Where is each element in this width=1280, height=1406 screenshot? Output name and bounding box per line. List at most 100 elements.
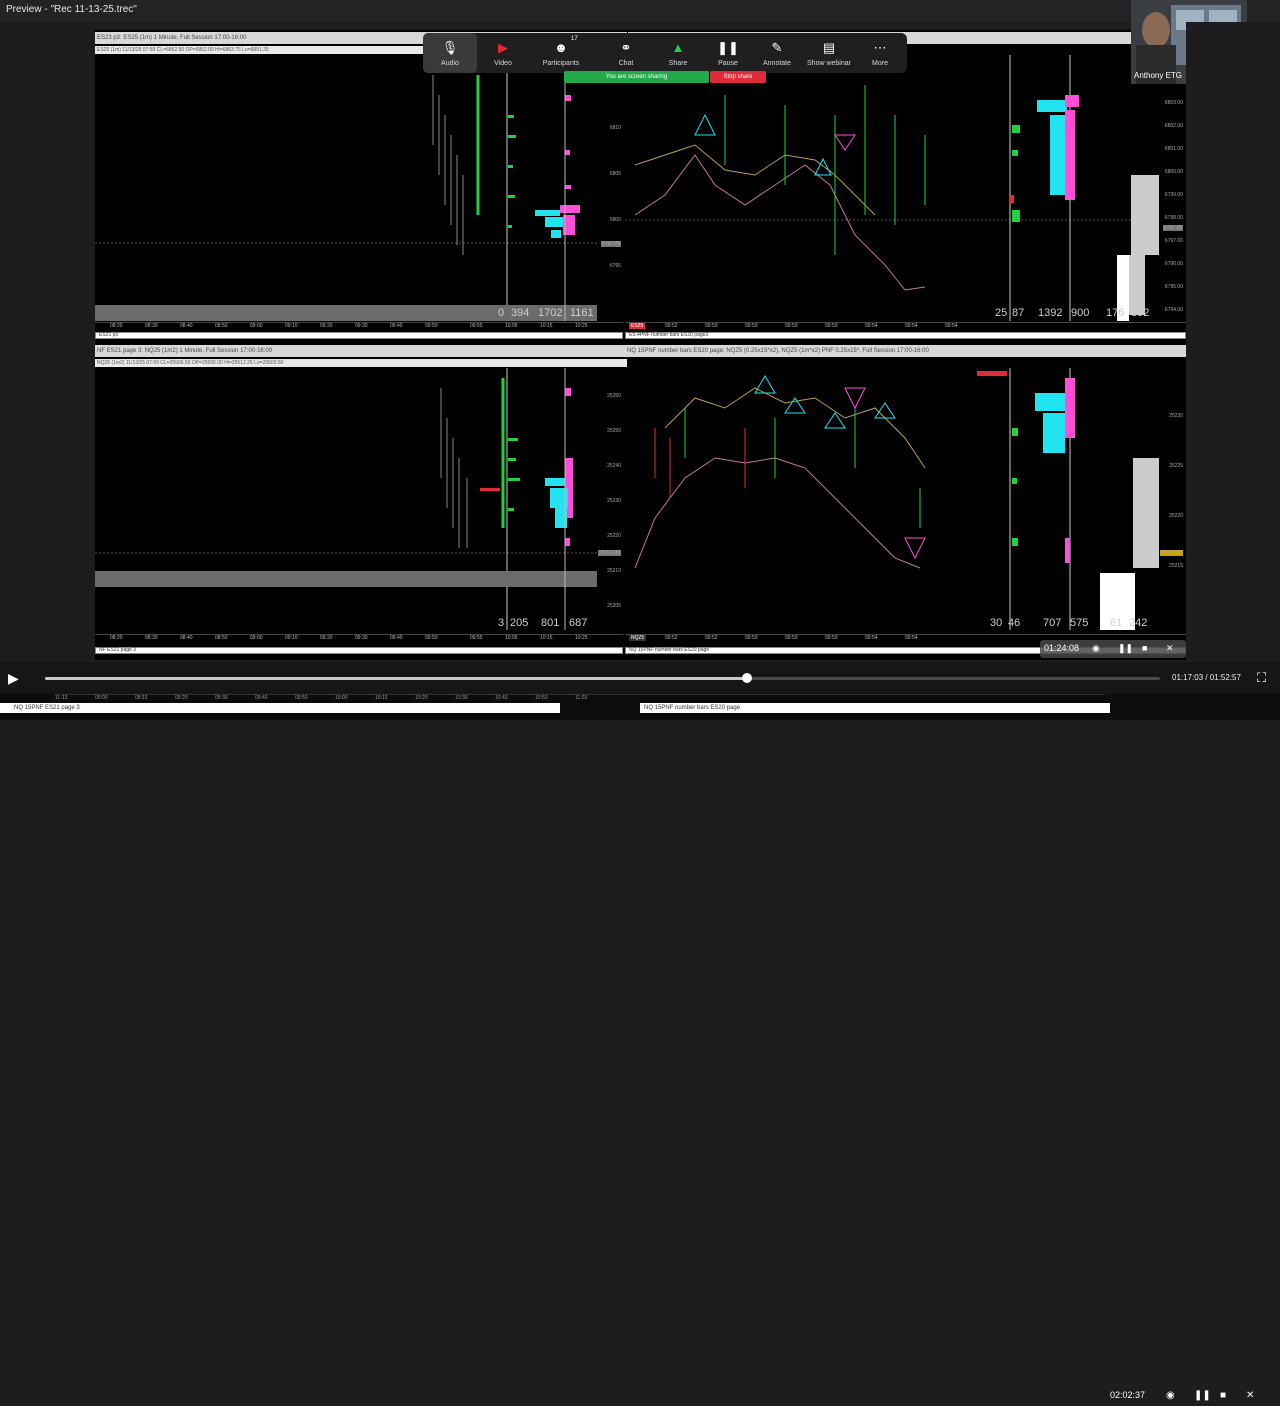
close-icon[interactable]: ✕ [1246, 1390, 1254, 1401]
pause-icon[interactable]: ❚❚ [1118, 643, 1133, 654]
volume-number: 25 [995, 307, 1008, 319]
volume-number: 87 [1012, 307, 1025, 319]
time-axis: ES25 09:52 09:53 09:53 09:53 09:53 09:54… [625, 322, 1186, 331]
time-label: 10:43 [495, 695, 508, 701]
stop-share-button[interactable]: Stop share [710, 71, 766, 83]
symbol-badge[interactable]: NQZ5 [629, 635, 647, 641]
camera-icon[interactable]: ◉ [1166, 1390, 1175, 1401]
more-label: More [872, 60, 888, 67]
volume-number: 900 [1071, 307, 1090, 319]
chart-graphics [634, 368, 1159, 630]
symbol-badge[interactable]: ES25 [629, 323, 646, 329]
window-title: Preview - "Rec 11-13-25.trec" [6, 4, 137, 15]
seek-track[interactable] [45, 677, 1160, 680]
chart-tab-scrollbar[interactable]: NF ES21 page 3 [95, 647, 623, 654]
play-button[interactable]: ▶ [8, 670, 19, 687]
volume-number: 1392 [1038, 307, 1063, 319]
seek-thumb[interactable] [742, 673, 753, 683]
time-label: 08:50 [215, 323, 228, 329]
chart-graphics [95, 368, 597, 630]
participants-label: Participants [542, 60, 580, 67]
zoom-meeting-toolbar: 🎙 Audio ▶ Video ☻ 17 Participants ⚭ Chat… [423, 33, 907, 73]
video-button[interactable]: ▶ Video [477, 33, 529, 73]
seek-progress [45, 677, 748, 680]
chart-pane-top-left: 0 394 1702 1161 [95, 55, 597, 321]
time-label: 09:50 [295, 695, 308, 701]
last-price-tag: 25212.00 [598, 550, 621, 556]
volume-number: 0 [498, 307, 505, 319]
participants-count-badge: 17 [571, 36, 578, 42]
time-label: 09:55 [470, 635, 483, 641]
volume-number: 687 [569, 617, 588, 629]
price-label: 6800.00 [1164, 169, 1183, 175]
time-label: 09:54 [905, 635, 918, 641]
price-label: 6794.00 [1164, 307, 1183, 313]
participants-button[interactable]: ☻ 17 Participants [529, 33, 593, 73]
time-label: 10:05 [505, 635, 518, 641]
price-label: 25230 [607, 498, 621, 504]
price-label: 6810 [609, 125, 621, 131]
price-axis: 6803.00 6802.00 6801.00 6800.00 6799.00 … [1159, 55, 1185, 321]
time-axis: 11-13 09:00 09:10 09:20 09:30 09:40 09:5… [55, 694, 1105, 703]
fullscreen-icon[interactable]: ⛶ [1257, 670, 1266, 686]
stop-icon[interactable]: ■ [1142, 643, 1147, 653]
chart-pane-top-right: 25 87 1392 900 176 892 [625, 55, 1159, 321]
time-label: 09:00 [250, 635, 263, 641]
time-label: 09:53 [745, 635, 758, 641]
volume-number: 30 [990, 617, 1003, 629]
time-label: 10:10 [375, 695, 388, 701]
close-icon[interactable]: ✕ [1166, 643, 1174, 654]
chart-pane-bottom-left: 3 205 801 687 [95, 368, 597, 630]
time-label: 09:53 [745, 323, 758, 329]
chart-subheader: NQ25 (1m2) 11/13/25 07:59 CL=25506.50 OP… [95, 359, 627, 367]
time-label: 09:30 [355, 323, 368, 329]
volume-number: 176 [1106, 307, 1125, 319]
price-label: 25260 [607, 393, 621, 399]
time-label: 09:54 [905, 323, 918, 329]
more-button[interactable]: ⋯ More [848, 33, 912, 73]
participants-icon: ☻ [554, 40, 568, 55]
strip-tab-left[interactable]: NQ 15PNF ES21 page 3 [0, 703, 560, 713]
camera-icon[interactable]: ◉ [1092, 643, 1100, 654]
price-label: 25225 [1169, 463, 1183, 469]
window-titlebar: Preview - "Rec 11-13-25.trec" [0, 0, 1280, 22]
volume-number: 1702 [538, 307, 563, 319]
time-label: 09:52 [705, 635, 718, 641]
video-off-icon: ▶ [498, 40, 508, 55]
time-label: 09:53 [785, 323, 798, 329]
playback-time: 01:17:03 / 01:52:57 [1172, 673, 1241, 682]
volume-number: 394 [511, 307, 530, 319]
time-label: 08:20 [110, 323, 123, 329]
time-label: 09:55 [470, 323, 483, 329]
price-label: 25240 [607, 463, 621, 469]
audio-button[interactable]: 🎙 Audio [423, 33, 477, 73]
inner-player-controls: 01:24:08 ◉ ❚❚ ■ ✕ [1040, 640, 1186, 658]
price-label: 6803.00 [1164, 100, 1183, 106]
time-label: 09:50 [425, 635, 438, 641]
volume-number: 61 [1110, 617, 1123, 629]
time-label: 10:53 [535, 695, 548, 701]
time-label: 09:53 [825, 323, 838, 329]
time-label: 08:40 [180, 635, 193, 641]
participant-name: Anthony ETG [1134, 71, 1183, 80]
strip-tab-label: NQ 15PNF ES21 page 3 [14, 705, 80, 711]
price-axis: 6810 6805 6800 6795 6797.75 [597, 55, 623, 321]
strip-tab-right[interactable]: NQ 15PNF number bars ES20 page [640, 703, 1110, 713]
chart-tab-scrollbar[interactable]: ES 4PNF number bars ES20 page3 [625, 332, 1186, 339]
time-label: 10:05 [505, 323, 518, 329]
time-axis: 08:20 08:30 08:40 08:50 09:00 09:10 09:2… [95, 322, 623, 331]
time-label: 09:52 [665, 635, 678, 641]
price-label: 25220 [607, 533, 621, 539]
chart-tab-scrollbar[interactable]: ES21 p3 [95, 332, 623, 339]
price-label: 25215 [1169, 563, 1183, 569]
stop-icon[interactable]: ■ [1220, 1390, 1226, 1401]
time-label: 09:54 [945, 323, 958, 329]
pause-icon[interactable]: ❚❚ [1194, 1390, 1211, 1401]
strip-time: 02:02:37 [1110, 1390, 1146, 1400]
volume-number: 801 [541, 617, 560, 629]
preview-right-margin [1186, 22, 1280, 662]
price-label: 6797.00 [1164, 238, 1183, 244]
shared-screen: ES23 p3: ES25 (1m) 1 Minute, Full Sessio… [95, 30, 1186, 660]
chart-header: NQ 15PNF number bars ES20 page: NQZ5 (0.… [625, 345, 1186, 357]
time-label: 09:20 [320, 635, 333, 641]
